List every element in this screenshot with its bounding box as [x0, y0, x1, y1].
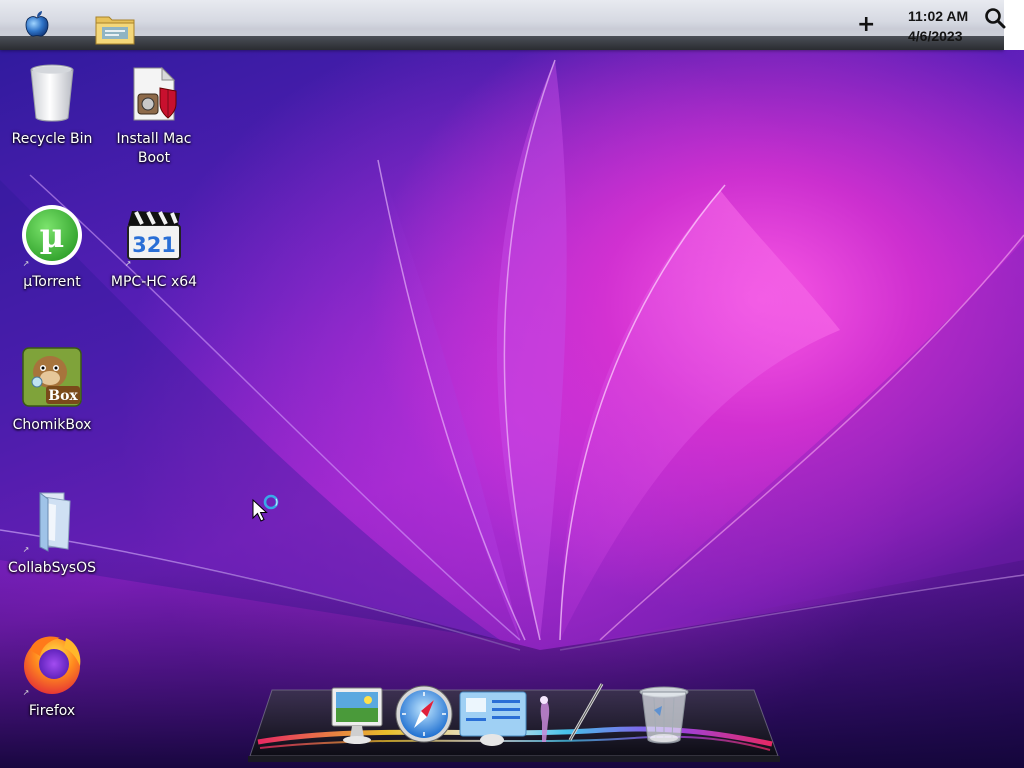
dock	[244, 672, 784, 768]
paint-brush-icon[interactable]	[536, 682, 606, 752]
system-info-icon[interactable]	[458, 688, 528, 752]
desktop-icon-recycle-bin[interactable]: Recycle Bin	[4, 60, 100, 149]
desktop-icon-label: Firefox	[28, 703, 76, 719]
menu-bar-shadow	[0, 36, 1004, 50]
busy-cursor-icon	[252, 494, 282, 524]
utorrent-glyph: µ	[40, 216, 65, 256]
menu-bar-edge	[1004, 0, 1024, 50]
firefox-icon: ↗	[20, 632, 84, 697]
finder-icon[interactable]	[330, 686, 386, 750]
menu-bar-clock[interactable]: 11:02 AM 4/6/2023	[908, 6, 986, 46]
apple-logo-icon[interactable]	[24, 10, 50, 38]
recycle-bin-icon	[20, 60, 84, 124]
desktop-icon-label: MPC-HC x64	[110, 274, 198, 290]
desktop-icon-label: ChomikBox	[12, 417, 92, 433]
desktop-icon-firefox[interactable]: ↗ Firefox	[4, 632, 100, 721]
desktop-icon-install-mac-boot[interactable]: Install Mac Boot	[106, 60, 202, 168]
desktop-icon-label: Install Mac Boot	[116, 131, 192, 166]
mpc-glyph: 321	[132, 233, 176, 257]
folder-icon[interactable]	[93, 9, 137, 47]
chomikbox-glyph: Box	[48, 388, 78, 404]
add-button[interactable]: +	[857, 12, 875, 38]
installer-icon	[122, 60, 186, 124]
clock-time: 11:02 AM	[908, 8, 969, 24]
desktop-icon-label: CollabSysOS	[8, 560, 96, 576]
trash-icon[interactable]	[636, 684, 692, 750]
desktop-icon-collabsysos[interactable]: ↗ CollabSysOS	[4, 489, 100, 578]
utorrent-icon: µ ↗	[20, 203, 84, 268]
search-icon[interactable]	[984, 7, 1006, 29]
desktop-icon-label: Recycle Bin	[11, 131, 93, 147]
safari-icon[interactable]	[394, 684, 454, 748]
clock-date: 4/6/2023	[908, 28, 963, 44]
desktop-icon-chomikbox[interactable]: Box ChomikBox	[4, 346, 100, 435]
folder-icon: ↗	[20, 489, 84, 554]
chomikbox-icon: Box	[20, 346, 84, 410]
desktop-icon-mpc-hc[interactable]: 321 ↗ MPC-HC x64	[106, 203, 202, 292]
desktop-icon-label: µTorrent	[23, 274, 81, 290]
desktop-icon-utorrent[interactable]: µ ↗ µTorrent	[4, 203, 100, 292]
mpc-hc-icon: 321 ↗	[122, 203, 186, 268]
